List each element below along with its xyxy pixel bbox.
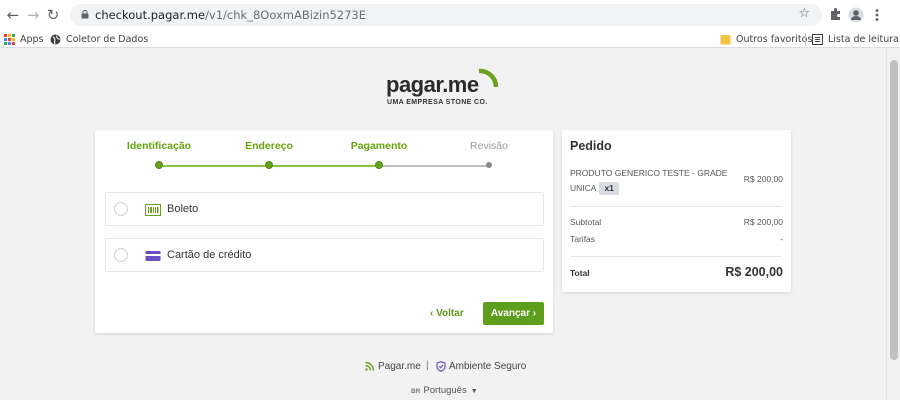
bookmark-star-icon[interactable]: ☆ [798, 6, 810, 21]
language-selector[interactable]: BR Português ▼ [411, 385, 478, 396]
next-button[interactable]: Avançar › [483, 302, 544, 325]
language-label: Português [423, 385, 467, 396]
step-connector [269, 165, 379, 167]
profile-avatar-icon[interactable] [847, 6, 865, 24]
footer-secure: Ambiente Seguro [436, 361, 526, 372]
chevron-down-icon: ▼ [470, 388, 478, 395]
bookmark-apps-label: Apps [20, 33, 44, 45]
bookmark-lista-leitura[interactable]: Lista de leitura [812, 32, 899, 46]
bookmark-apps[interactable]: Apps [4, 32, 44, 46]
product-price: R$ 200,00 [743, 174, 783, 184]
total-value: R$ 200,00 [725, 265, 783, 279]
language-code: BR [411, 388, 421, 395]
step-connector [379, 165, 489, 167]
bookmarks-bar: Apps Coletor de Dados Outros favoritos L… [0, 30, 900, 48]
credit-card-radio[interactable] [114, 248, 128, 262]
fees-label: Tarifas [570, 234, 596, 244]
subtotal-value: R$ 200,00 [743, 217, 783, 227]
total-label: Total [570, 268, 590, 278]
step-identificacao: Identificação [126, 140, 192, 152]
order-title: Pedido [570, 139, 612, 153]
address-bar[interactable]: checkout.pagar.me/v1/chk_8OoxmABizin5273… [70, 4, 822, 26]
step-dot-pending [486, 162, 492, 168]
back-button[interactable]: ‹ Voltar [430, 308, 464, 319]
bookmark-separator [805, 33, 806, 45]
step-dot-active [375, 161, 383, 169]
logo-wordmark: pagar.me [386, 72, 479, 97]
page-footer: Pagar.me | Ambiente Seguro [0, 358, 886, 378]
fees-value: - [780, 234, 783, 244]
step-pagamento: Pagamento [350, 140, 408, 152]
credit-card-icon [145, 251, 161, 261]
reload-icon[interactable]: ↻ [44, 6, 62, 24]
forward-arrow-icon[interactable]: → [24, 6, 42, 24]
folder-icon [720, 34, 731, 44]
page-scrollbar[interactable] [886, 48, 900, 400]
order-summary-card: Pedido PRODUTO GENERICO TESTE - GRADE UN… [562, 130, 791, 292]
order-divider [570, 206, 782, 207]
order-divider [570, 256, 782, 257]
subtotal-label: Subtotal [570, 217, 602, 227]
footer-brand-link[interactable]: Pagar.me [364, 361, 421, 372]
barcode-icon [145, 204, 161, 216]
apps-grid-icon [4, 33, 15, 45]
reading-list-icon [812, 33, 823, 45]
next-button-label: Avançar [490, 308, 530, 319]
payment-option-credit-card[interactable]: Cartão de crédito [105, 238, 544, 272]
bookmark-coletor-label: Coletor de Dados [66, 33, 149, 45]
logo-signal-icon [478, 68, 499, 88]
payment-option-boleto[interactable]: Boleto [105, 192, 544, 226]
pagarme-mark-icon [365, 361, 375, 371]
scrollbar-thumb[interactable] [890, 60, 898, 360]
back-arrow-icon[interactable]: ← [4, 6, 22, 24]
checkout-card: Identificação Endereço Pagamento Revisão… [95, 130, 553, 333]
logo-tagline: UMA EMPRESA STONE CO. [387, 99, 488, 106]
extensions-icon[interactable] [826, 6, 844, 24]
product-name: PRODUTO GENERICO TESTE - GRADE UNICA [570, 168, 728, 193]
footer-secure-label: Ambiente Seguro [449, 361, 527, 372]
pagarme-logo: pagar.me UMA EMPRESA STONE CO. [384, 64, 504, 110]
bookmark-coletor[interactable]: Coletor de Dados [50, 32, 148, 46]
back-button-label: Voltar [436, 308, 464, 319]
step-revisao: Revisão [470, 140, 508, 152]
credit-card-label: Cartão de crédito [167, 249, 252, 261]
browser-toolbar: ← → ↻ checkout.pagar.me/v1/chk_8OoxmABiz… [0, 0, 900, 30]
footer-brand-label: Pagar.me [378, 361, 421, 372]
quantity-badge: x1 [599, 182, 619, 195]
step-endereco: Endereço [245, 140, 293, 152]
boleto-label: Boleto [167, 203, 199, 215]
lock-icon [81, 10, 89, 19]
menu-dots-icon[interactable] [868, 6, 886, 24]
boleto-radio[interactable] [114, 202, 128, 216]
globe-icon [50, 34, 61, 44]
step-dot-done [155, 161, 163, 169]
order-product: PRODUTO GENERICO TESTE - GRADE UNICA x1 [570, 166, 730, 196]
step-connector [159, 165, 269, 167]
shield-icon [436, 361, 446, 372]
bookmark-outros-label: Outros favoritos [736, 33, 813, 45]
url-text: checkout.pagar.me/v1/chk_8OoxmABizin5273… [95, 8, 367, 22]
footer-separator: | [426, 360, 429, 371]
bookmark-lista-label: Lista de leitura [828, 33, 899, 45]
step-dot-done [265, 161, 273, 169]
bookmark-outros-favoritos[interactable]: Outros favoritos [720, 32, 812, 46]
